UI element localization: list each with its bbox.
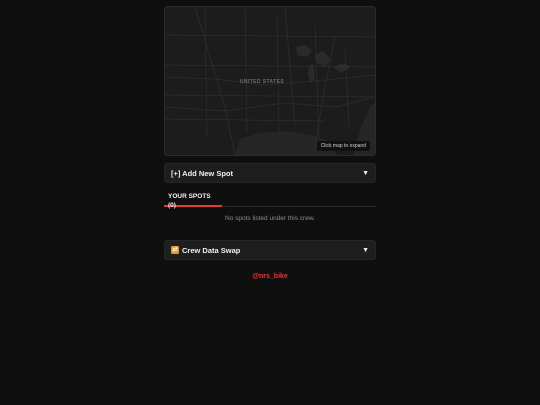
add-spot-toggle[interactable]: [+] Add New Spot ▼ <box>164 163 376 183</box>
main-column: UNITED STATES Click map to expand [+] Ad… <box>164 6 376 280</box>
map-country-label: UNITED STATES <box>239 79 285 85</box>
add-spot-label: [+] Add New Spot <box>171 168 234 178</box>
empty-spots-message: No spots listed under this crew. <box>225 215 315 222</box>
chevron-down-icon: ▼ <box>362 246 369 254</box>
spots-tabs: YOUR SPOTS (0) <box>164 192 376 209</box>
tab-your-spots[interactable]: YOUR SPOTS (0) <box>164 192 222 209</box>
swap-icon: ⇄ <box>171 246 179 254</box>
crew-data-swap-title: ⇄ Crew Data Swap <box>171 246 240 255</box>
spots-map[interactable]: UNITED STATES Click map to expand <box>164 6 376 156</box>
map-expand-hint[interactable]: Click map to expand <box>316 141 370 151</box>
crew-data-swap-toggle[interactable]: ⇄ Crew Data Swap ▼ <box>164 240 376 260</box>
crew-data-swap-label: Crew Data Swap <box>182 245 241 255</box>
chevron-down-icon: ▼ <box>362 169 369 177</box>
crew-handle-link[interactable]: @nrs_bike <box>164 273 376 280</box>
